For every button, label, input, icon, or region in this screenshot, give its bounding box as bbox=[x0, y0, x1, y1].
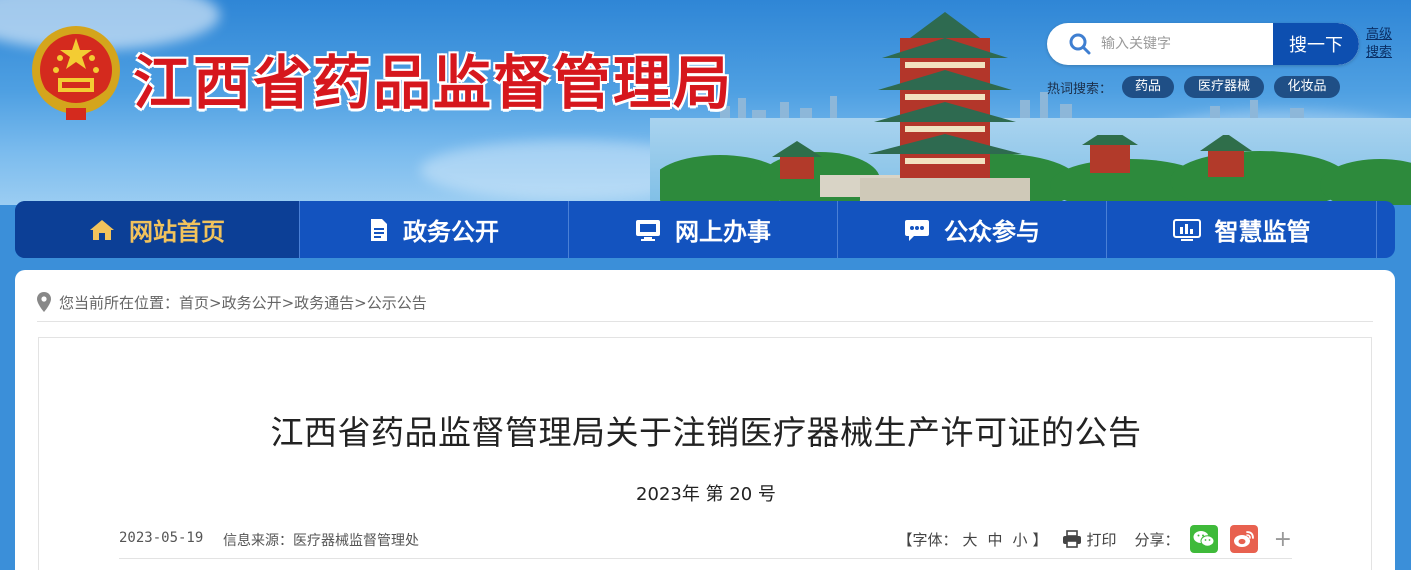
search-icon bbox=[1069, 33, 1091, 55]
national-emblem-logo bbox=[32, 26, 120, 120]
nav-item-label: 智慧监管 bbox=[1214, 218, 1311, 246]
print-label: 打印 bbox=[1086, 530, 1117, 549]
font-size-small-button[interactable]: 小 bbox=[1013, 531, 1028, 549]
wechat-icon bbox=[1193, 531, 1215, 547]
share-label: 分享： bbox=[1134, 530, 1180, 549]
breadcrumb-text[interactable]: 您当前所在位置：首页>政务公开>政务通告>公示公告 bbox=[59, 292, 427, 313]
site-title: 江西省药品监督管理局 bbox=[133, 49, 734, 117]
main-nav: 网站首页 政务公开 网上办事 公众参与 智慧监管 bbox=[15, 201, 1395, 258]
info-source: 信息来源：医疗器械监督管理处 bbox=[223, 533, 419, 549]
hot-tag-cosmetics[interactable]: 化妆品 bbox=[1274, 76, 1340, 98]
nav-item-label: 公众参与 bbox=[944, 218, 1040, 246]
chat-icon bbox=[905, 219, 929, 241]
nav-item-public-participation[interactable]: 公众参与 bbox=[838, 201, 1107, 258]
nav-item-government-affairs[interactable]: 政务公开 bbox=[300, 201, 569, 258]
search-bar: 搜一下 bbox=[1047, 23, 1359, 65]
tengwang-pavilion-image bbox=[860, 12, 1030, 205]
divider bbox=[37, 321, 1373, 322]
document-icon bbox=[371, 218, 387, 241]
printer-icon bbox=[1062, 530, 1081, 548]
site-header: 江西省药品监督管理局 搜一下 高级搜索 热词搜索： 药品 医疗器械 化妆品 bbox=[0, 0, 1411, 205]
article-title: 江西省药品监督管理局关于注销医疗器械生产许可证的公告 bbox=[270, 413, 1142, 452]
nav-item-smart-supervision[interactable]: 智慧监管 bbox=[1107, 201, 1377, 258]
content-panel: 您当前所在位置：首页>政务公开>政务通告>公示公告 江西省药品监督管理局关于注销… bbox=[15, 270, 1395, 570]
advanced-search-link[interactable]: 高级搜索 bbox=[1366, 26, 1396, 62]
font-label-open: 【字体： bbox=[897, 530, 958, 549]
wechat-share-button[interactable] bbox=[1189, 525, 1218, 553]
weibo-icon bbox=[1233, 531, 1254, 547]
home-icon bbox=[90, 219, 114, 240]
nav-item-home[interactable]: 网站首页 bbox=[15, 201, 300, 258]
font-size-large-button[interactable]: 大 bbox=[962, 531, 977, 549]
font-label-close: 】 bbox=[1032, 530, 1048, 549]
article-tools: 【字体：大中小】 打印 分享： + bbox=[897, 525, 1292, 553]
hot-tag-medical-devices[interactable]: 医疗器械 bbox=[1184, 76, 1264, 98]
font-size-control: 【字体：大中小】 bbox=[897, 529, 1047, 550]
more-share-button[interactable]: + bbox=[1274, 527, 1292, 552]
hot-tag-drugs[interactable]: 药品 bbox=[1122, 76, 1174, 98]
dashboard-icon bbox=[1172, 218, 1201, 241]
nav-item-label: 网上办事 bbox=[675, 218, 771, 246]
nav-item-online-services[interactable]: 网上办事 bbox=[569, 201, 838, 258]
breadcrumb: 您当前所在位置：首页>政务公开>政务通告>公示公告 bbox=[37, 290, 427, 314]
location-pin-icon bbox=[37, 292, 51, 312]
hot-words-label: 热词搜索： bbox=[1047, 82, 1113, 97]
publish-date: 2023-05-19 bbox=[119, 530, 204, 546]
print-button[interactable]: 打印 bbox=[1062, 529, 1117, 550]
article-meta-bar: 2023-05-19 信息来源：医疗器械监督管理处 【字体：大中小】 打印 分享… bbox=[119, 521, 1292, 559]
article-container: 江西省药品监督管理局关于注销医疗器械生产许可证的公告 2023年 第 20 号 … bbox=[38, 337, 1372, 570]
font-size-medium-button[interactable]: 中 bbox=[987, 531, 1002, 549]
nav-item-label: 政务公开 bbox=[403, 218, 499, 246]
trees-image bbox=[660, 135, 1411, 205]
document-number: 2023年 第 20 号 bbox=[636, 484, 776, 505]
weibo-share-button[interactable] bbox=[1229, 525, 1258, 553]
monitor-icon bbox=[636, 219, 660, 241]
nav-item-label: 网站首页 bbox=[129, 218, 225, 246]
search-button[interactable]: 搜一下 bbox=[1273, 23, 1359, 65]
